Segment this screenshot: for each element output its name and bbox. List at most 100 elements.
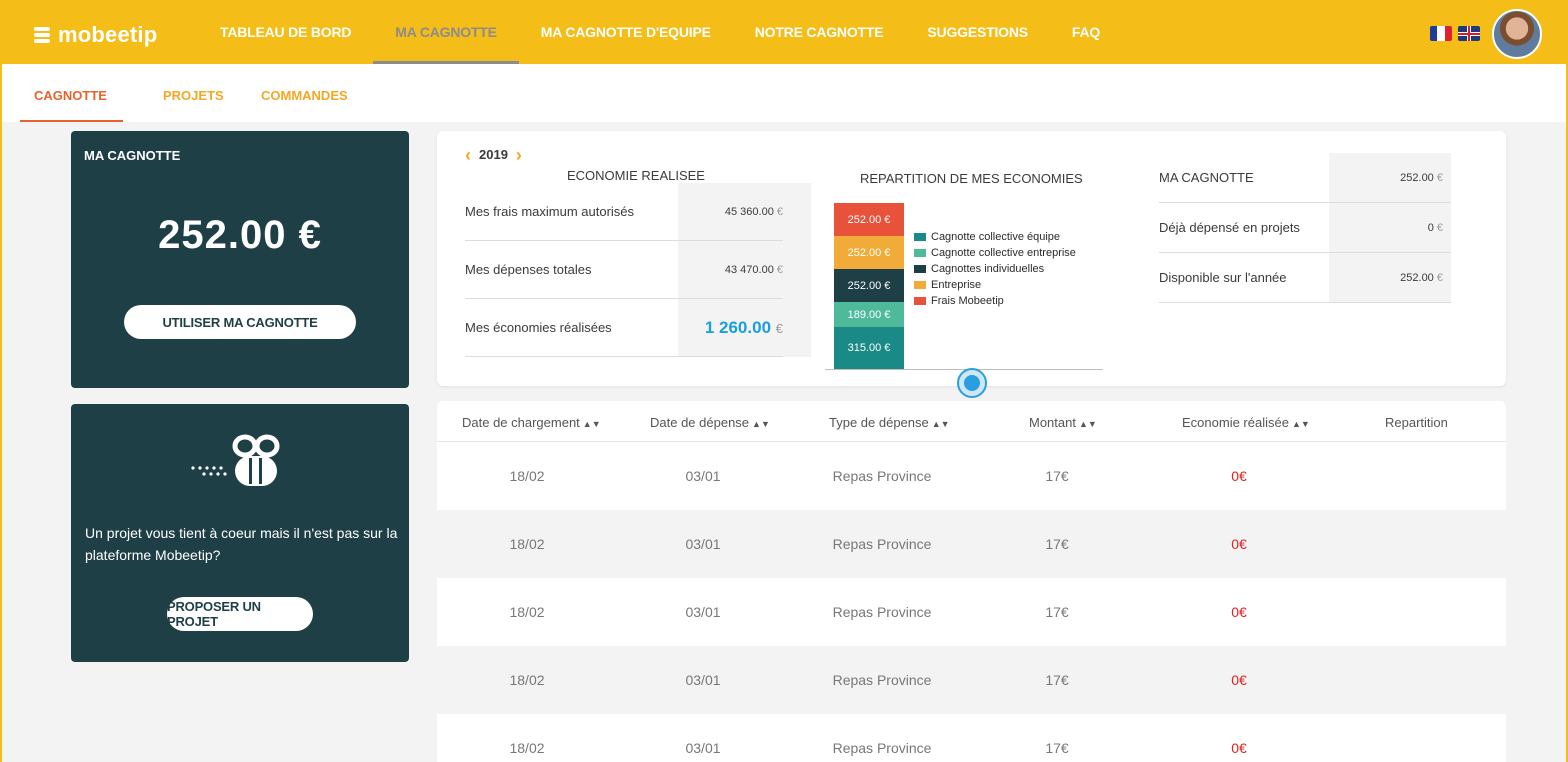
cagnotte-summary-label: Déjà dépensé en projets	[1159, 220, 1300, 235]
header-type-depense[interactable]: Type de dépense ▲▼	[829, 415, 950, 430]
cell-date-chargement: 18/02	[509, 740, 545, 756]
cell-date-depense: 03/01	[685, 740, 721, 756]
table-header: Date de chargement ▲▼ Date de dépense ▲▼ T…	[437, 401, 1506, 442]
cagnotte-summary-row-depense: Déjà dépensé en projets 0 €	[1159, 203, 1451, 253]
expenses-table: Date de chargement ▲▼ Date de dépense ▲▼ T…	[437, 401, 1506, 762]
logo-icon	[34, 25, 50, 45]
repartition-title: REPARTITION DE MES ECONOMIES	[860, 171, 1083, 186]
header-repartition: Repartition	[1385, 415, 1448, 430]
legend-swatch	[914, 265, 926, 273]
use-cagnotte-button[interactable]: UTILISER MA CAGNOTTE	[124, 305, 356, 339]
repartition-segment: 252.00 €	[834, 269, 904, 302]
economie-row-economies: Mes économies réalisées 1 260.00 €	[465, 299, 783, 357]
cell-economie: 0€	[1231, 604, 1247, 620]
logo[interactable]: mobeetip	[34, 22, 157, 48]
repartition-segment: 189.00 €	[834, 302, 904, 327]
legend-label: Cagnotte collective équipe	[931, 231, 1061, 243]
cell-montant: 17€	[1045, 468, 1069, 484]
legend-swatch	[914, 233, 926, 241]
cell-type: Repas Province	[832, 740, 932, 756]
tab-projets[interactable]: PROJETS	[163, 88, 224, 103]
table-row[interactable]: 18/02 03/01 Repas Province 17€ 0€	[437, 646, 1506, 714]
sort-icon: ▲▼	[1291, 419, 1310, 429]
economie-label: Mes économies réalisées	[465, 320, 612, 335]
sort-icon: ▲▼	[931, 419, 950, 429]
economie-total-value: 1 260.00 €	[704, 317, 783, 337]
cell-montant: 17€	[1045, 604, 1069, 620]
tab-cagnotte[interactable]: CAGNOTTE	[20, 88, 123, 122]
propose-project-card: Un projet vous tient à coeur mais il n'e…	[71, 404, 409, 662]
propose-project-button[interactable]: PROPOSER UN PROJET	[167, 597, 313, 631]
legend-label: Cagnottes individuelles	[931, 263, 1045, 275]
propose-project-text: Un projet vous tient à coeur mais il n'e…	[85, 525, 398, 563]
fr-flag-icon[interactable]	[1430, 26, 1452, 41]
economie-value: 45 360.00 €	[724, 205, 783, 218]
main-nav: TABLEAU DE BORD MA CAGNOTTE MA CAGNOTTE …	[198, 0, 1122, 64]
cell-date-depense: 03/01	[685, 468, 721, 484]
economie-label: Mes dépenses totales	[465, 262, 592, 277]
legend-item: Cagnotte collective entreprise	[914, 245, 1076, 261]
cell-type: Repas Province	[832, 536, 932, 552]
economie-title: ECONOMIE REALISEE	[567, 168, 705, 183]
cagnotte-summary-row-total: MA CAGNOTTE 252.00 €	[1159, 153, 1451, 203]
legend-label: Cagnotte collective entreprise	[931, 247, 1076, 259]
brand-name: mobeetip	[58, 22, 158, 47]
cagnotte-summary-row-disponible: Disponible sur l'année 252.00 €	[1159, 253, 1451, 303]
cagnotte-summary-label: MA CAGNOTTE	[1159, 170, 1254, 185]
legend-label: Frais Mobeetip	[931, 295, 1004, 307]
table-row[interactable]: 18/02 03/01 Repas Province 17€ 0€	[437, 578, 1506, 646]
repartition-segment: 252.00 €	[834, 236, 904, 269]
cell-montant: 17€	[1045, 536, 1069, 552]
repartition-legend: Cagnotte collective équipe Cagnotte colle…	[914, 229, 1076, 309]
economie-value: 43 470.00 €	[724, 263, 783, 276]
nav-item-suggestions[interactable]: SUGGESTIONS	[905, 0, 1049, 64]
avatar[interactable]	[1492, 9, 1542, 59]
repartition-segment: 315.00 €	[834, 327, 904, 369]
nav-item-tableau-de-bord[interactable]: TABLEAU DE BORD	[198, 0, 373, 64]
bee-icon	[191, 434, 280, 486]
sort-icon: ▲▼	[1078, 419, 1097, 429]
chevron-right-icon[interactable]: ›	[516, 146, 522, 164]
uk-flag-icon[interactable]	[1458, 26, 1480, 41]
repartition-segment: 252.00 €	[834, 203, 904, 236]
cagnotte-amount: 252.00 €	[158, 213, 322, 257]
tab-commandes[interactable]: COMMANDES	[261, 88, 348, 103]
header-montant[interactable]: Montant ▲▼	[1029, 415, 1097, 430]
sub-nav: CAGNOTTE PROJETS COMMANDES	[0, 64, 1568, 122]
legend-swatch	[914, 297, 926, 305]
nav-item-ma-cagnotte[interactable]: MA CAGNOTTE	[373, 0, 519, 64]
nav-item-notre-cagnotte[interactable]: NOTRE CAGNOTTE	[733, 0, 906, 64]
legend-swatch	[914, 249, 926, 257]
table-row[interactable]: 18/02 03/01 Repas Province 17€ 0€	[437, 714, 1506, 762]
nav-item-ma-cagnotte-equipe[interactable]: MA CAGNOTTE D'EQUIPE	[519, 0, 733, 64]
legend-item: Cagnotte collective équipe	[914, 229, 1076, 245]
summary-card: ‹ 2019 › ECONOMIE REALISEE Mes frais max…	[437, 131, 1506, 386]
header-date-chargement[interactable]: Date de chargement ▲▼	[462, 415, 601, 430]
economie-row-frais-max: Mes frais maximum autorisés 45 360.00 €	[465, 183, 783, 241]
legend-label: Entreprise	[931, 279, 982, 291]
economie-label: Mes frais maximum autorisés	[465, 204, 635, 219]
cell-date-chargement: 18/02	[509, 672, 545, 688]
chevron-left-icon[interactable]: ‹	[465, 146, 471, 164]
header-economie[interactable]: Economie réalisée ▲▼	[1182, 415, 1310, 430]
cagnotte-summary-value: 252.00 €	[1400, 271, 1443, 284]
year-selector: ‹ 2019 ›	[465, 146, 522, 164]
cell-montant: 17€	[1045, 672, 1069, 688]
cell-date-depense: 03/01	[685, 672, 721, 688]
cagnotte-card: MA CAGNOTTE 252.00 € UTILISER MA CAGNOTT…	[71, 131, 409, 388]
cell-economie: 0€	[1231, 740, 1247, 756]
cagnotte-card-title: MA CAGNOTTE	[84, 148, 181, 163]
cell-date-depense: 03/01	[685, 536, 721, 552]
table-row[interactable]: 18/02 03/01 Repas Province 17€ 0€	[437, 442, 1506, 510]
header-date-depense[interactable]: Date de dépense ▲▼	[650, 415, 770, 430]
scroll-handle[interactable]	[957, 368, 987, 398]
cell-date-chargement: 18/02	[509, 604, 545, 620]
cell-date-chargement: 18/02	[509, 536, 545, 552]
cell-type: Repas Province	[832, 604, 932, 620]
language-switcher	[1430, 26, 1480, 41]
cell-date-depense: 03/01	[685, 604, 721, 620]
nav-item-faq[interactable]: FAQ	[1050, 0, 1122, 64]
cell-montant: 17€	[1045, 740, 1069, 756]
cagnotte-summary-label: Disponible sur l'année	[1159, 270, 1287, 285]
table-row[interactable]: 18/02 03/01 Repas Province 17€ 0€	[437, 510, 1506, 578]
